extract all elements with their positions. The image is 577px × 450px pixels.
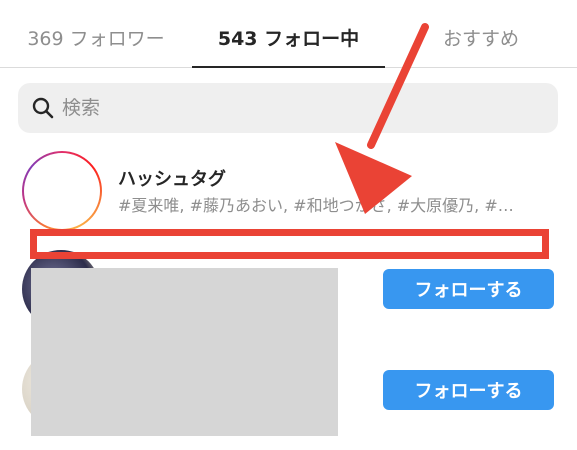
search-icon: [32, 97, 54, 119]
hashtag-icon: [46, 171, 82, 213]
hashtag-title: ハッシュタグ: [118, 169, 226, 190]
follow-button[interactable]: フォローする: [383, 370, 554, 410]
tab-following[interactable]: 543 フォロー中: [192, 0, 385, 68]
active-tab-indicator: [192, 66, 385, 68]
follow-button[interactable]: フォローする: [383, 269, 554, 309]
highlight-annotation-box: [30, 229, 549, 259]
profile-tabs: 369 フォロワー 543 フォロー中 おすすめ: [0, 0, 577, 68]
tab-suggested[interactable]: おすすめ: [385, 0, 577, 68]
hashtag-avatar: [22, 151, 102, 231]
redaction-block: [31, 268, 338, 436]
hashtag-list-item[interactable]: ハッシュタグ #夏来唯, #藤乃あおい, #和地つかさ, #大原優乃, #…: [0, 145, 577, 231]
search-bar[interactable]: [18, 83, 558, 133]
search-input[interactable]: [62, 83, 542, 133]
tab-followers[interactable]: 369 フォロワー: [0, 0, 192, 68]
hashtag-subtitle: #夏来唯, #藤乃あおい, #和地つかさ, #大原優乃, #…: [118, 196, 514, 215]
